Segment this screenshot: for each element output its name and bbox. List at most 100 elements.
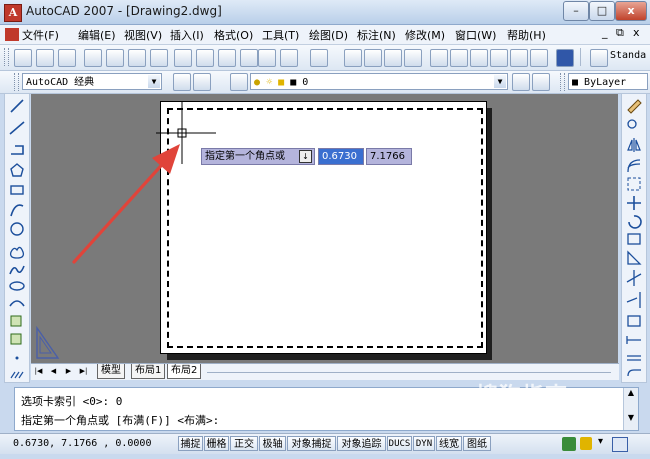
menu-tools[interactable]: 工具(T) xyxy=(262,27,299,43)
document-icon[interactable] xyxy=(5,28,19,41)
point-icon[interactable] xyxy=(15,356,19,360)
menu-dimension[interactable]: 标注(N) xyxy=(357,27,396,43)
osnap-toggle[interactable]: 对象捕捉 xyxy=(287,436,336,451)
layer-previous-icon[interactable] xyxy=(532,73,550,91)
revision-cloud-icon[interactable] xyxy=(9,246,25,259)
rotate-icon[interactable] xyxy=(628,215,642,229)
otrack-toggle[interactable]: 对象追踪 xyxy=(337,436,386,451)
menu-help[interactable]: 帮助(H) xyxy=(507,27,546,43)
lineweight-toggle[interactable]: 线宽 xyxy=(436,436,462,451)
cursor-coordinates[interactable]: 0.6730, 7.1766 , 0.0000 xyxy=(13,438,151,449)
text-style-value[interactable]: Standa xyxy=(610,50,646,61)
rectangle-icon[interactable] xyxy=(10,185,24,195)
communication-center-icon[interactable] xyxy=(562,437,576,451)
layer-select[interactable]: ● ☼ ■ ■ 0 ▼ xyxy=(250,73,508,90)
spline-icon[interactable] xyxy=(9,265,25,275)
undo-icon[interactable] xyxy=(280,49,298,67)
help-icon[interactable] xyxy=(556,49,574,67)
last-tab-icon[interactable]: ▶| xyxy=(78,365,89,377)
stretch-icon[interactable] xyxy=(627,250,642,265)
autocad-app-icon[interactable]: A xyxy=(4,4,22,22)
tab-bar-scroll-track[interactable] xyxy=(207,372,611,373)
make-layer-current-icon[interactable] xyxy=(512,73,530,91)
minimize-button[interactable]: – xyxy=(563,1,589,21)
move-icon[interactable] xyxy=(627,196,641,210)
next-tab-icon[interactable]: ▶ xyxy=(63,365,74,377)
options-down-arrow-icon[interactable]: ↓ xyxy=(299,150,312,163)
erase-icon[interactable] xyxy=(627,99,642,114)
mirror-icon[interactable] xyxy=(627,138,641,152)
maximize-button[interactable]: □ xyxy=(589,1,615,21)
dynamic-y-input[interactable]: 7.1766 xyxy=(366,148,412,165)
status-menu-chevron-icon[interactable]: ▾ xyxy=(598,436,603,447)
menu-view[interactable]: 视图(V) xyxy=(124,27,162,43)
scroll-down-icon[interactable]: ▼ xyxy=(624,413,638,422)
print-preview-icon[interactable] xyxy=(106,49,124,67)
clean-screen-icon[interactable] xyxy=(612,437,628,452)
3d-dwf-icon[interactable] xyxy=(150,49,168,67)
array-icon[interactable] xyxy=(627,177,641,191)
copy-object-icon[interactable] xyxy=(627,119,637,129)
scroll-up-icon[interactable]: ▲ xyxy=(624,388,638,397)
cut-icon[interactable] xyxy=(174,49,192,67)
menu-window[interactable]: 窗口(W) xyxy=(455,27,496,43)
break-icon[interactable] xyxy=(627,315,641,327)
mdi-restore-button[interactable]: ⧉ xyxy=(616,26,624,40)
polygon-icon[interactable] xyxy=(10,163,24,177)
dynamic-x-input[interactable]: 0.6730 xyxy=(318,148,364,165)
toolbar-grip[interactable] xyxy=(4,48,9,66)
menu-insert[interactable]: 插入(I) xyxy=(170,27,204,43)
publish-icon[interactable] xyxy=(128,49,146,67)
tool-palettes-icon[interactable] xyxy=(470,49,488,67)
save-icon[interactable] xyxy=(58,49,76,67)
redo-icon[interactable] xyxy=(310,49,328,67)
chamfer-icon[interactable] xyxy=(627,355,641,361)
calculator-icon[interactable] xyxy=(530,49,548,67)
text-style-icon[interactable] xyxy=(590,49,608,67)
menu-edit[interactable]: 编辑(E) xyxy=(78,27,116,43)
new-icon[interactable] xyxy=(14,49,32,67)
ducs-toggle[interactable]: DUCS xyxy=(387,436,412,451)
grid-toggle[interactable]: 栅格 xyxy=(204,436,229,451)
construction-line-icon[interactable] xyxy=(9,121,25,135)
chevron-down-icon[interactable]: ▼ xyxy=(494,75,506,88)
block-editor-icon[interactable] xyxy=(258,49,276,67)
paper-model-toggle[interactable]: 图纸 xyxy=(463,436,491,451)
insert-block-icon[interactable] xyxy=(10,315,22,327)
toolbar-lock-icon[interactable] xyxy=(580,437,592,450)
snap-toggle[interactable]: 捕捉 xyxy=(178,436,203,451)
scale-icon[interactable] xyxy=(627,233,641,245)
first-tab-icon[interactable]: |◀ xyxy=(33,365,44,377)
ellipse-arc-icon[interactable] xyxy=(9,300,25,307)
design-center-icon[interactable] xyxy=(450,49,468,67)
mdi-minimize-button[interactable]: _ xyxy=(602,26,608,39)
menu-modify[interactable]: 修改(M) xyxy=(405,27,445,43)
pan-icon[interactable] xyxy=(344,49,362,67)
workspace-save-icon[interactable] xyxy=(193,73,211,91)
properties-icon[interactable] xyxy=(430,49,448,67)
workspace-select[interactable]: AutoCAD 经典 ▼ xyxy=(22,73,162,90)
match-properties-icon[interactable] xyxy=(240,49,258,67)
zoom-realtime-icon[interactable] xyxy=(364,49,382,67)
color-select[interactable]: ■ ByLayer xyxy=(568,73,648,90)
tab-model[interactable]: 模型 xyxy=(97,364,125,379)
zoom-window-icon[interactable] xyxy=(384,49,402,67)
line-icon[interactable] xyxy=(10,99,24,113)
polyline-icon[interactable] xyxy=(11,145,24,155)
markup-set-icon[interactable] xyxy=(510,49,528,67)
chevron-down-icon[interactable]: ▼ xyxy=(148,75,160,88)
join-icon[interactable] xyxy=(626,336,641,344)
polar-toggle[interactable]: 极轴 xyxy=(259,436,286,451)
previous-tab-icon[interactable]: ◀ xyxy=(48,365,59,377)
paste-icon[interactable] xyxy=(218,49,236,67)
mdi-close-button[interactable]: x xyxy=(633,26,640,39)
tab-layout2[interactable]: 布局2 xyxy=(167,364,202,379)
trim-icon[interactable] xyxy=(626,270,642,286)
command-prompt-line[interactable]: 指定第一个角点或 [布满(F)] <布满>: xyxy=(21,412,219,428)
command-scrollbar[interactable]: ▲ ▼ xyxy=(623,388,638,430)
menu-file[interactable]: 文件(F) xyxy=(22,27,59,43)
ortho-toggle[interactable]: 正交 xyxy=(230,436,258,451)
circle-icon[interactable] xyxy=(10,222,24,236)
toolbar-grip[interactable] xyxy=(14,73,19,91)
menu-draw[interactable]: 绘图(D) xyxy=(309,27,348,43)
